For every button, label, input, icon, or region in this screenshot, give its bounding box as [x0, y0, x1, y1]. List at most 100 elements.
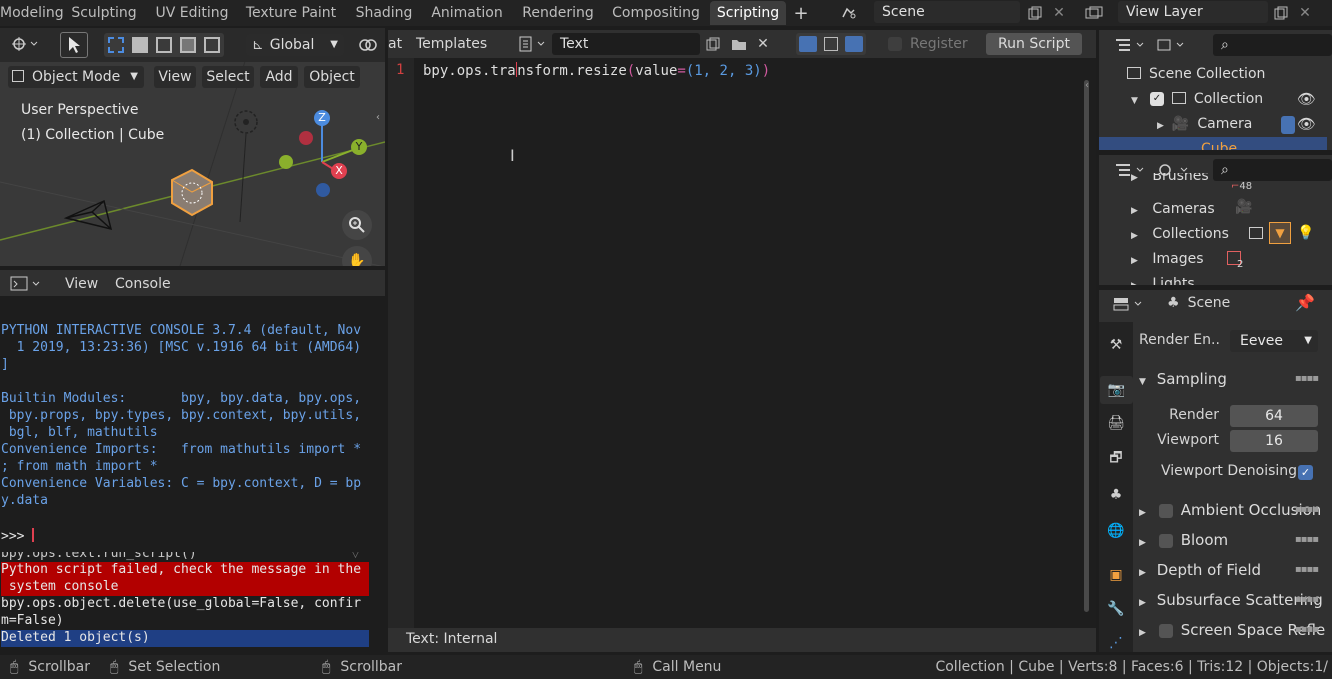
display-toggles[interactable] — [796, 33, 866, 55]
select-tool-button[interactable] — [60, 32, 88, 58]
menu-view[interactable]: View — [154, 66, 196, 88]
render-tab[interactable]: 📷 — [1100, 376, 1133, 404]
tab-texture-paint[interactable]: Texture Paint — [242, 1, 340, 25]
checkbox-icon[interactable]: ✓ — [1149, 92, 1164, 106]
editor-type-icon[interactable] — [8, 33, 42, 55]
tab-scripting[interactable]: Scripting — [710, 1, 786, 25]
syntax-highlight-icon[interactable] — [844, 36, 863, 52]
python-console[interactable]: PYTHON INTERACTIVE CONSOLE 3.7.4 (defaul… — [0, 296, 385, 548]
new-text-icon[interactable] — [702, 33, 724, 55]
info-line[interactable]: bpy.ops.text.run_script() — [1, 552, 369, 561]
delete-scene-icon[interactable]: ✕ — [1048, 2, 1070, 24]
delete-view-layer-icon[interactable]: ✕ — [1294, 2, 1316, 24]
word-wrap-icon[interactable] — [823, 37, 838, 51]
tab-compositing[interactable]: Compositing — [608, 1, 704, 25]
bloom-panel[interactable]: ▶ Bloom ▪▪▪▪ — [1139, 525, 1332, 555]
blend-row-brushes[interactable]: ▶ Brushes — [1131, 173, 1209, 191]
checkbox-icon[interactable] — [1158, 503, 1173, 518]
menu-format[interactable]: at — [388, 36, 402, 52]
tab-rendering[interactable]: Rendering — [516, 1, 600, 25]
collapse-chevron-icon[interactable]: ▽ — [352, 552, 359, 560]
register-checkbox[interactable]: Register — [888, 36, 968, 52]
expand-triangle-icon[interactable]: ▶ — [1131, 199, 1138, 224]
properties-editor[interactable]: ♣ Scene 📌 ⚒ 📷 🖨 🗗 ♣ 🌐 ▣ 🔧 ⋰ Render En.. E… — [1099, 290, 1332, 652]
sampling-panel-header[interactable]: ▼ Sampling ▪▪▪▪ — [1139, 364, 1332, 394]
select-intersect-icon[interactable] — [204, 37, 220, 53]
sidebar-toggle-icon[interactable]: ‹ — [376, 112, 380, 123]
select-invert-icon[interactable] — [180, 37, 196, 53]
drag-handle-icon[interactable]: ▪▪▪▪ — [1295, 364, 1319, 394]
expand-triangle-icon[interactable]: ▶ — [1131, 224, 1138, 249]
screen-space-reflections-panel[interactable]: ▶ Screen Space Refle ▪▪▪▪ — [1139, 615, 1332, 645]
line-numbers-icon[interactable] — [799, 36, 818, 52]
outliner-scene-collection[interactable]: Scene Collection — [1127, 62, 1265, 87]
checkbox-icon[interactable] — [1158, 623, 1173, 638]
sidebar-toggle-icon[interactable]: ‹ — [1085, 80, 1089, 91]
world-tab[interactable]: 🌐 — [1105, 520, 1127, 542]
menu-templates[interactable]: Templates — [416, 36, 487, 52]
pin-icon[interactable]: 📌 — [1295, 293, 1315, 312]
drag-handle-icon[interactable]: ▪▪▪▪ — [1295, 615, 1319, 645]
console-editor-type-icon[interactable] — [8, 273, 44, 295]
select-subtract-icon[interactable] — [156, 37, 172, 53]
blend-data-search-input[interactable]: ⌕ — [1213, 159, 1332, 181]
gizmo-z-axis[interactable]: Z — [314, 110, 330, 126]
render-samples-field[interactable]: 64 — [1230, 405, 1318, 427]
view-layer-browse-icon[interactable] — [1084, 2, 1106, 24]
console-menu-view[interactable]: View — [65, 276, 98, 292]
zoom-icon[interactable] — [342, 210, 372, 240]
expand-triangle-icon[interactable]: ▶ — [1131, 174, 1138, 183]
view-layer-tab[interactable]: 🗗 — [1105, 448, 1127, 470]
drag-handle-icon[interactable]: ▪▪▪▪ — [1295, 525, 1319, 555]
blend-row-lights[interactable]: ▶ Lights — [1131, 272, 1195, 285]
menu-add[interactable]: Add — [260, 66, 298, 88]
select-new-icon[interactable] — [108, 37, 124, 53]
tool-settings-tab[interactable]: ⚒ — [1105, 334, 1127, 356]
view-layer-field[interactable]: View Layer — [1118, 1, 1268, 23]
new-view-layer-icon[interactable] — [1270, 2, 1292, 24]
outliner-editor-type-icon[interactable] — [1113, 34, 1149, 56]
add-workspace-button[interactable]: + — [790, 2, 812, 24]
blend-data-outliner[interactable]: ⌕ ▶ Brushes ⌐48 ▶ Cameras 🎥 ▶ Collection… — [1099, 155, 1332, 285]
mode-dropdown[interactable]: Object Mode ▼ — [8, 66, 144, 88]
drag-handle-icon[interactable]: ▪▪▪▪ — [1295, 495, 1319, 525]
text-editor[interactable]: 1 bpy.ops.tra nsform.resize(value=(1, 2, … — [388, 58, 1096, 628]
visibility-eye-icon[interactable]: 👁 — [1297, 90, 1316, 108]
menu-object[interactable]: Object — [304, 66, 360, 88]
outliner[interactable]: ⌕ Scene Collection ▼ ✓ Collection 👁 ▶ 🎥 Came… — [1099, 30, 1332, 150]
select-mode-buttons[interactable] — [104, 33, 224, 57]
text-browse-icon[interactable] — [516, 33, 550, 55]
outliner-cube[interactable]: Cube — [1099, 137, 1327, 150]
tab-uv-editing[interactable]: UV Editing — [150, 1, 234, 25]
blend-row-images[interactable]: ▶ Images — [1131, 247, 1204, 272]
expand-triangle-icon[interactable]: ▼ — [1131, 89, 1138, 114]
outliner-search-input[interactable]: ⌕ — [1213, 34, 1332, 56]
menu-select[interactable]: Select — [202, 66, 254, 88]
run-script-button[interactable]: Run Script — [986, 33, 1082, 55]
drag-handle-icon[interactable]: ▪▪▪▪ — [1295, 585, 1319, 615]
info-selected-line[interactable]: Deleted 1 object(s) — [1, 630, 369, 647]
viewport-denoising-row[interactable]: Viewport Denoising — [1161, 463, 1297, 479]
code-line[interactable]: bpy.ops.tra nsform.resize(value=(1, 2, 3)… — [423, 62, 770, 79]
gizmo-y-axis[interactable]: Y — [351, 139, 367, 155]
pivot-point-icon[interactable] — [354, 34, 386, 56]
tab-animation[interactable]: Animation — [426, 1, 508, 25]
particles-tab[interactable]: ⋰ — [1105, 632, 1127, 652]
subsurface-scattering-panel[interactable]: ▶ Subsurface Scattering ▪▪▪▪ — [1139, 585, 1332, 615]
expand-triangle-icon[interactable]: ▶ — [1157, 114, 1164, 139]
vertical-scrollbar[interactable] — [1084, 80, 1089, 612]
modifiers-tab[interactable]: 🔧 — [1105, 598, 1127, 620]
properties-editor-type-icon[interactable] — [1111, 293, 1147, 315]
console-menu-console[interactable]: Console — [115, 276, 171, 292]
camera-data-icon[interactable] — [1281, 116, 1295, 134]
display-mode-icon[interactable] — [1155, 34, 1189, 56]
gizmo-x-axis[interactable]: X — [331, 163, 347, 179]
blend-row-collections[interactable]: ▶ Collections — [1131, 222, 1229, 247]
info-line[interactable]: bpy.ops.object.delete(use_global=False, … — [1, 596, 369, 611]
3d-viewport[interactable]: User Perspective (1) Collection | Cube Z… — [0, 62, 385, 266]
outliner-camera[interactable]: ▶ 🎥 Camera — [1157, 112, 1252, 137]
console-prompt-line[interactable]: >>> — [1, 528, 35, 544]
render-engine-dropdown[interactable]: Eevee ▼ — [1230, 330, 1318, 352]
new-scene-icon[interactable] — [1024, 2, 1046, 24]
expand-triangle-icon[interactable]: ▶ — [1131, 249, 1138, 274]
